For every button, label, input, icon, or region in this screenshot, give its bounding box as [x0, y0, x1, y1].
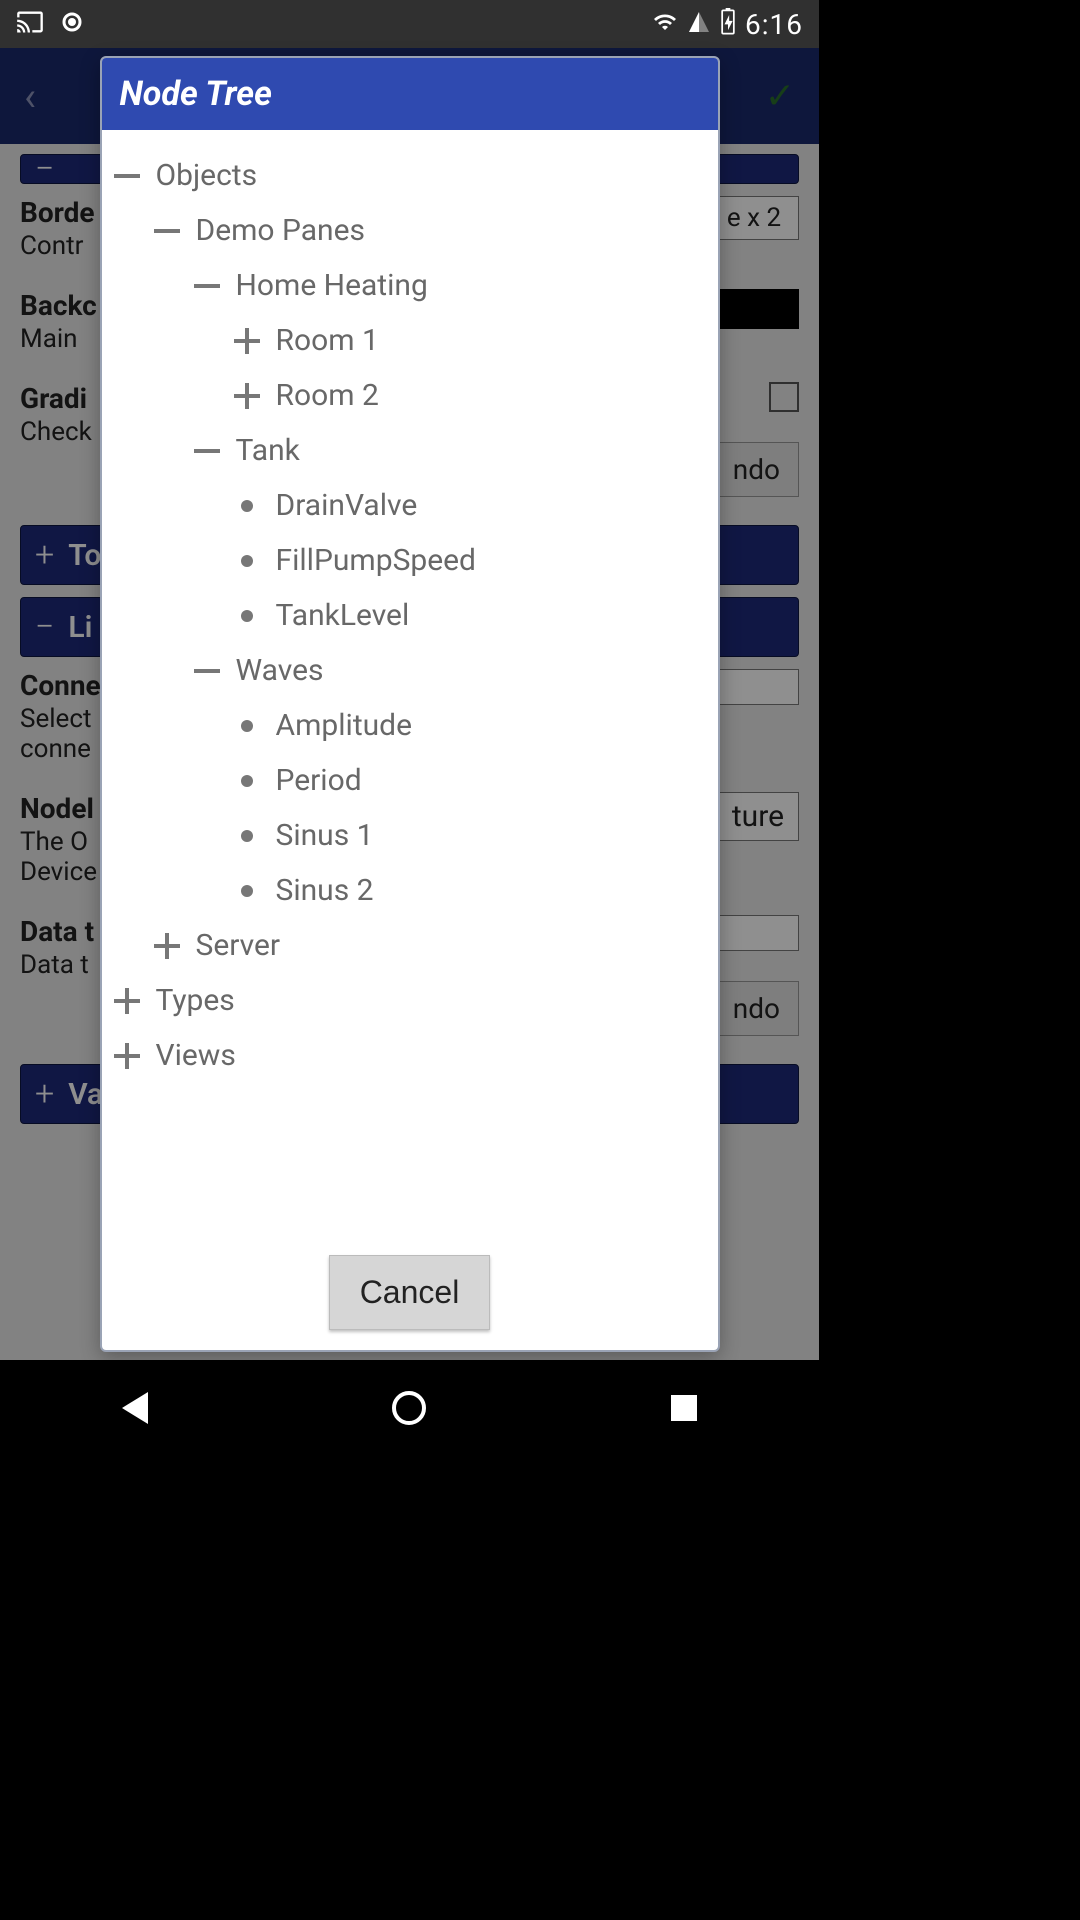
nav-back-icon[interactable] [122, 1392, 148, 1424]
cast-icon [16, 8, 44, 40]
dialog-title: Node Tree [102, 58, 718, 130]
tree-label: Sinus 1 [276, 818, 374, 853]
tree-node-home-heating[interactable]: Home Heating [192, 258, 708, 313]
tree-node-tanklevel[interactable]: TankLevel [232, 588, 708, 643]
tree-label: Server [196, 928, 281, 963]
status-time: 6:16 [745, 8, 803, 41]
tree-label: Amplitude [276, 708, 413, 743]
android-nav-bar [0, 1360, 819, 1456]
tree-label: Objects [156, 158, 258, 193]
collapse-icon[interactable] [112, 174, 142, 178]
tree-node-sinus-1[interactable]: Sinus 1 [232, 808, 708, 863]
tree-node-views[interactable]: Views [112, 1028, 708, 1083]
tree-node-drainvalve[interactable]: DrainValve [232, 478, 708, 533]
tree-label: Sinus 2 [276, 873, 374, 908]
tree-node-period[interactable]: Period [232, 753, 708, 808]
expand-icon[interactable] [232, 328, 262, 354]
tree-label: Demo Panes [196, 213, 366, 248]
signal-icon [687, 10, 711, 38]
cancel-button[interactable]: Cancel [329, 1255, 491, 1330]
tree-container: Objects Demo Panes Home Heating Room 1 [102, 130, 718, 1241]
leaf-icon [232, 555, 262, 567]
node-tree-dialog: Node Tree Objects Demo Panes Home Heatin… [100, 56, 720, 1352]
record-icon [60, 10, 84, 38]
tree-label: Period [276, 763, 362, 798]
nav-home-icon[interactable] [392, 1391, 426, 1425]
tree-node-room-2[interactable]: Room 2 [232, 368, 708, 423]
tree-node-waves[interactable]: Waves [192, 643, 708, 698]
tree-node-fillpumpspeed[interactable]: FillPumpSpeed [232, 533, 708, 588]
modal-backdrop[interactable]: Node Tree Objects Demo Panes Home Heatin… [0, 48, 819, 1360]
nav-recent-icon[interactable] [671, 1395, 697, 1421]
expand-icon[interactable] [112, 988, 142, 1014]
tree-node-sinus-2[interactable]: Sinus 2 [232, 863, 708, 918]
tree-node-amplitude[interactable]: Amplitude [232, 698, 708, 753]
tree-node-objects[interactable]: Objects [112, 148, 708, 203]
collapse-icon[interactable] [192, 449, 222, 453]
expand-icon[interactable] [152, 933, 182, 959]
collapse-icon[interactable] [152, 229, 182, 233]
tree-node-tank[interactable]: Tank [192, 423, 708, 478]
tree-label: Types [156, 983, 235, 1018]
leaf-icon [232, 720, 262, 732]
leaf-icon [232, 610, 262, 622]
status-bar: 6:16 [0, 0, 819, 48]
battery-charging-icon [719, 8, 737, 40]
leaf-icon [232, 830, 262, 842]
expand-icon[interactable] [232, 383, 262, 409]
tree-label: Room 1 [276, 323, 379, 358]
tree-label: Home Heating [236, 268, 428, 303]
tree-label: Views [156, 1038, 236, 1073]
wifi-icon [651, 10, 679, 38]
leaf-icon [232, 500, 262, 512]
leaf-icon [232, 775, 262, 787]
collapse-icon[interactable] [192, 669, 222, 673]
tree-label: Room 2 [276, 378, 379, 413]
expand-icon[interactable] [112, 1043, 142, 1069]
tree-node-types[interactable]: Types [112, 973, 708, 1028]
tree-node-room-1[interactable]: Room 1 [232, 313, 708, 368]
tree-label: DrainValve [276, 488, 418, 523]
tree-label: Waves [236, 653, 324, 688]
collapse-icon[interactable] [192, 284, 222, 288]
tree-node-demo-panes[interactable]: Demo Panes [152, 203, 708, 258]
tree-node-server[interactable]: Server [152, 918, 708, 973]
tree-label: Tank [236, 433, 300, 468]
tree-label: TankLevel [276, 598, 410, 633]
leaf-icon [232, 885, 262, 897]
tree-label: FillPumpSpeed [276, 543, 476, 578]
